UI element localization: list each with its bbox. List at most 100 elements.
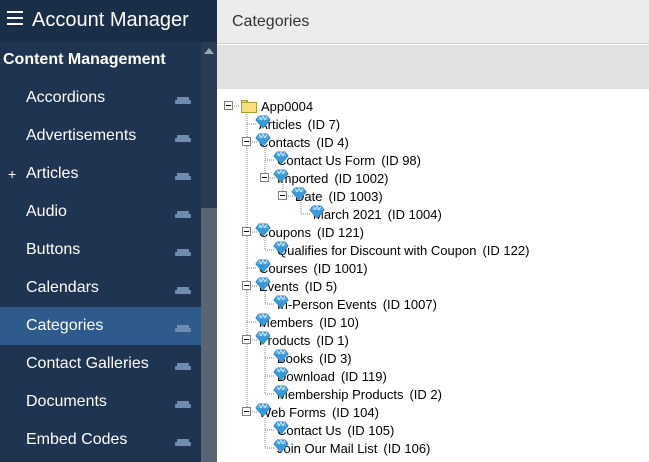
hamburger-menu-icon[interactable] — [7, 11, 23, 25]
sidebar-menu: Accordions Advertisements + Articles Audio Bu… — [0, 79, 201, 459]
section-title-content-management[interactable]: Content Management — [0, 42, 201, 78]
tree-node-articles[interactable]: Articles (ID 7) — [255, 115, 340, 133]
tree-node-id: (ID 122) — [482, 242, 530, 258]
tree-node-imported[interactable]: Imported (ID 1002) — [273, 169, 389, 187]
tree-node-label: Web Forms (ID 104) — [259, 405, 379, 420]
tree-node-id: (ID 121) — [317, 224, 365, 240]
app-title: Account Manager — [32, 9, 189, 31]
tree-node-name: Membership Products — [277, 386, 404, 402]
sidebar-item-documents[interactable]: Documents — [0, 383, 201, 421]
collapse-toggle-icon[interactable] — [242, 281, 251, 290]
tree-node-label: Articles (ID 7) — [259, 117, 340, 132]
sidebar-item-articles[interactable]: + Articles — [0, 155, 201, 193]
tree-node-coupons[interactable]: Coupons (ID 121) — [255, 223, 364, 241]
tree-node-id: (ID 1003) — [328, 188, 383, 204]
collapse-toggle-icon[interactable] — [242, 137, 251, 146]
sidebar-item-label: Categories — [26, 317, 104, 334]
tree-node-id: (ID 119) — [340, 368, 387, 384]
tree-node-in-person-events[interactable]: In-Person Events (ID 1007) — [273, 295, 437, 313]
tree-node-id: (ID 1004) — [387, 206, 442, 222]
collapse-toggle-icon[interactable] — [242, 407, 251, 416]
tree-node-id: (ID 10) — [319, 314, 359, 330]
drag-handle-icon[interactable] — [175, 135, 191, 142]
expand-plus-icon[interactable]: + — [8, 166, 16, 182]
tree-node-id: (ID 1002) — [334, 170, 389, 186]
drag-handle-icon[interactable] — [175, 401, 191, 408]
tree-node-label: Contacts (ID 4) — [259, 135, 349, 150]
tree-node-qualifies-for-discount-with-coupon[interactable]: Qualifies for Discount with Coupon (ID 12… — [273, 241, 529, 259]
sidebar-item-label: Contact Galleries — [26, 355, 149, 372]
tree-node-date[interactable]: Date (ID 1003) — [291, 187, 383, 205]
drag-handle-icon[interactable] — [175, 211, 191, 218]
tree-node-label: In-Person Events (ID 1007) — [277, 297, 437, 312]
tree-node-name: Contact Us Form — [277, 152, 376, 168]
sidebar-item-label: Advertisements — [26, 127, 137, 144]
tree-node-id: (ID 1001) — [313, 260, 368, 276]
sidebar-item-label: Calendars — [26, 279, 99, 296]
tree-node-courses[interactable]: Courses (ID 1001) — [255, 259, 368, 277]
tree-node-web-forms[interactable]: Web Forms (ID 104) — [255, 403, 379, 421]
tree-node-id: (ID 104) — [331, 404, 379, 420]
tree-node-id: (ID 5) — [304, 278, 338, 294]
tree-node-id: (ID 106) — [383, 440, 431, 456]
tree-node-id: (ID 2) — [409, 386, 442, 402]
tree-node-id: (ID 105) — [347, 422, 395, 438]
drag-handle-icon[interactable] — [175, 173, 191, 180]
tree-node-label: Courses (ID 1001) — [259, 261, 368, 276]
sidebar-item-contact-galleries[interactable]: Contact Galleries — [0, 345, 201, 383]
sidebar-item-label: Documents — [26, 393, 107, 410]
tree-node-label: App0004 — [261, 98, 314, 114]
tree-node-id: (ID 1007) — [382, 296, 437, 312]
tree-node-products[interactable]: Products (ID 1) — [255, 331, 349, 349]
tree-node-contact-us-form[interactable]: Contact Us Form (ID 98) — [273, 151, 421, 169]
tree-node-events[interactable]: Events (ID 5) — [255, 277, 337, 295]
tree-node-members[interactable]: Members (ID 10) — [255, 313, 359, 331]
sidebar-item-label: Articles — [26, 165, 79, 182]
drag-handle-icon[interactable] — [175, 439, 191, 446]
tree-node-join-our-mail-list[interactable]: Join Our Mail List (ID 106) — [273, 439, 430, 457]
collapse-toggle-icon[interactable] — [224, 101, 233, 110]
sidebar-item-accordions[interactable]: Accordions — [0, 79, 201, 117]
tree-node-contact-us[interactable]: Contact Us (ID 105) — [273, 421, 394, 439]
sidebar-item-calendars[interactable]: Calendars — [0, 269, 201, 307]
tree-node-label: Coupons (ID 121) — [259, 225, 364, 240]
collapse-toggle-icon[interactable] — [242, 227, 251, 236]
folder-icon — [241, 99, 257, 113]
sidebar-item-advertisements[interactable]: Advertisements — [0, 117, 201, 155]
tree-node-label: Qualifies for Discount with Coupon (ID 12… — [277, 243, 529, 258]
drag-handle-icon[interactable] — [175, 363, 191, 370]
collapse-toggle-icon[interactable] — [242, 335, 251, 344]
tree-node-label: Contact Us (ID 105) — [277, 423, 394, 438]
drag-handle-icon[interactable] — [175, 287, 191, 294]
sidebar-item-buttons[interactable]: Buttons — [0, 231, 201, 269]
tree-node-download[interactable]: Download (ID 119) — [273, 367, 387, 385]
sidebar-item-label: Audio — [26, 203, 67, 220]
sidebar-scrollbar-thumb[interactable] — [201, 208, 217, 462]
page-title: Categories — [232, 13, 310, 30]
drag-handle-icon[interactable] — [175, 249, 191, 256]
scroll-up-arrow-icon[interactable] — [201, 42, 217, 60]
tree-node-label: Membership Products (ID 2) — [277, 387, 442, 402]
tree-node-id: (ID 7) — [307, 116, 341, 132]
drag-handle-icon[interactable] — [175, 325, 191, 332]
sidebar-item-label: Buttons — [26, 241, 81, 258]
tree-node-contacts[interactable]: Contacts (ID 4) — [255, 133, 349, 151]
sidebar-item-categories[interactable]: Categories — [0, 307, 201, 345]
drag-handle-icon[interactable] — [175, 97, 191, 104]
tree-root-node[interactable]: App0004 — [241, 97, 313, 115]
tree-node-membership-products[interactable]: Membership Products (ID 2) — [273, 385, 442, 403]
collapse-toggle-icon[interactable] — [260, 173, 269, 182]
sidebar-item-embed-codes[interactable]: Embed Codes — [0, 421, 201, 459]
tree-node-label: Members (ID 10) — [259, 315, 359, 330]
tree-node-label: Join Our Mail List (ID 106) — [277, 441, 430, 456]
tree-node-march-2021[interactable]: March 2021 (ID 1004) — [309, 205, 442, 223]
tree-node-name: In-Person Events — [277, 296, 377, 312]
toolbar — [217, 45, 649, 89]
sidebar-item-audio[interactable]: Audio — [0, 193, 201, 231]
collapse-toggle-icon[interactable] — [278, 191, 287, 200]
tree-node-label: Products (ID 1) — [259, 333, 349, 348]
tree-node-label: March 2021 (ID 1004) — [313, 207, 442, 222]
tree-node-books[interactable]: Books (ID 3) — [273, 349, 352, 367]
tree-node-id: (ID 4) — [316, 134, 349, 150]
tree-node-label: Download (ID 119) — [277, 369, 387, 384]
